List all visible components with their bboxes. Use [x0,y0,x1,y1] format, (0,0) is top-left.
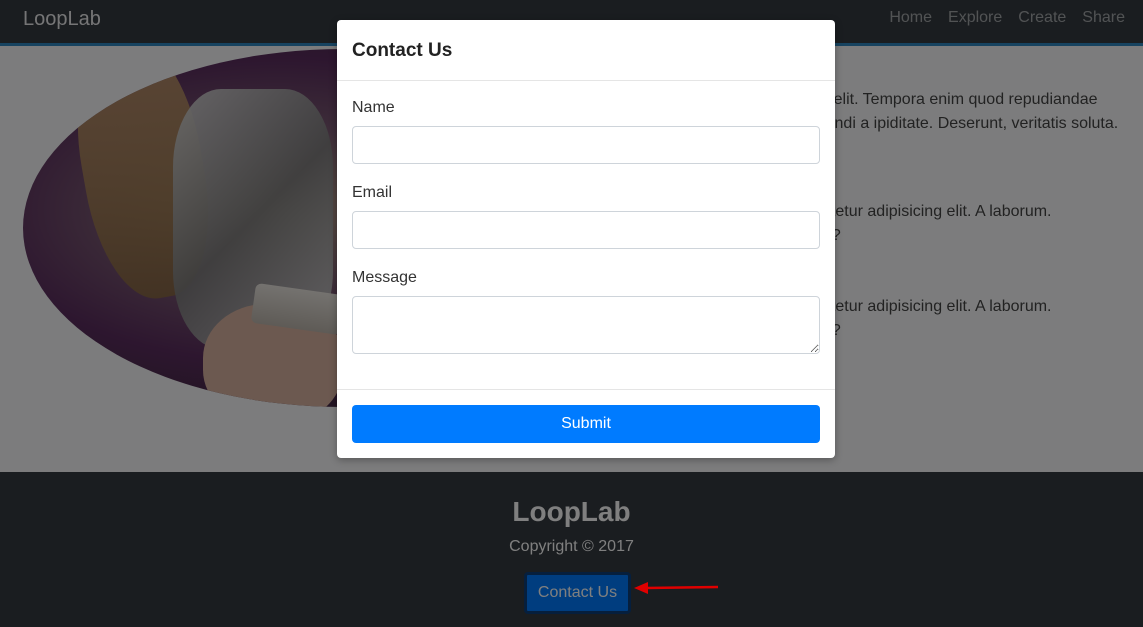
modal-footer: Submit [337,389,835,458]
modal-body: Name Email Message [337,81,835,354]
modal-title: Contact Us [352,40,453,61]
contact-modal: Contact Us Name Email Message Submit [337,20,835,458]
name-field-group: Name [352,99,820,164]
email-input[interactable] [352,211,820,249]
name-input[interactable] [352,126,820,164]
name-label: Name [352,99,395,116]
submit-button[interactable]: Submit [352,405,820,443]
message-label: Message [352,269,417,286]
annotation-arrow-icon [634,582,719,594]
message-field-group: Message [352,269,820,354]
email-field-group: Email [352,184,820,249]
modal-header: Contact Us [337,20,835,81]
message-textarea[interactable] [352,296,820,354]
email-label: Email [352,184,393,201]
